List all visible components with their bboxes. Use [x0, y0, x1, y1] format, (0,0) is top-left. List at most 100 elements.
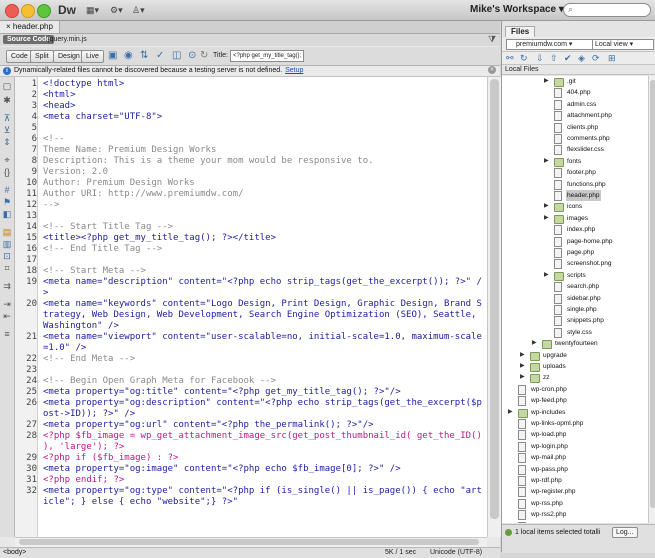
code-line[interactable]: <meta name="viewport" content="user-scal… [43, 332, 483, 354]
expand-all-icon[interactable]: ⇕ [2, 137, 12, 147]
sync-icon[interactable]: ⟳ [592, 53, 600, 64]
tree-file[interactable]: wp-login.php [502, 441, 648, 452]
tab-files[interactable]: Files [505, 26, 536, 37]
split-view-button[interactable]: Split [30, 50, 54, 63]
code-line[interactable]: <!-- Start Title Tag --> [43, 222, 483, 233]
apply-comment-icon[interactable]: ▤ [2, 227, 12, 237]
code-editor[interactable]: 1 <!doctype html> 2 <html> 3 <head> 4 <meta cha… [15, 77, 487, 537]
tree-file[interactable]: wp-cron.php [502, 384, 648, 395]
balance-braces-icon[interactable]: {} [2, 167, 12, 177]
tree-folder[interactable]: ▶ upgrade [502, 350, 648, 361]
title-input[interactable]: <?php get_my_title_tag(); ?> [230, 50, 304, 62]
tree-file[interactable]: wp-rss2.php [502, 509, 648, 521]
open-documents-icon[interactable]: ▢ [2, 81, 12, 91]
move-css-icon[interactable]: ⇉ [2, 281, 12, 291]
tree-file[interactable]: wp-mail.php [502, 452, 648, 464]
close-window-button[interactable] [5, 4, 19, 18]
tree-file[interactable]: wp-rss.php [502, 498, 648, 509]
tree-file[interactable]: screenshot.png [502, 258, 648, 270]
code-line[interactable]: <meta name="keywords" content="Logo Desi… [43, 299, 483, 332]
code-line[interactable]: <meta name="description" content="<?php … [43, 277, 483, 299]
check-browser-icon[interactable]: ⊙ [188, 50, 196, 61]
tree-file[interactable]: flexslider.css [502, 144, 648, 156]
tree-file[interactable]: 404.php [502, 87, 648, 99]
code-view-button[interactable]: Code [6, 50, 33, 63]
tree-file[interactable]: search.php [502, 281, 648, 293]
put-files-icon[interactable]: ⇧ [550, 53, 558, 64]
disclosure-triangle-icon[interactable]: ▶ [544, 201, 549, 212]
tree-file[interactable]: wp-register.php [502, 486, 648, 498]
code-line[interactable]: Version: 2.0 [43, 167, 483, 178]
scrollbar-thumb[interactable] [650, 80, 655, 508]
code-line[interactable]: Description: This is a theme your mom wo… [43, 156, 483, 167]
source-code-button[interactable]: Source Code [3, 35, 55, 44]
tree-file[interactable]: sidebar.php [502, 293, 648, 304]
code-line[interactable]: <meta property="og:type" content="<?php … [43, 486, 483, 508]
layout-menu-icon[interactable]: ▦▾ [86, 5, 99, 16]
tree-folder[interactable]: ▶ scripts [502, 270, 648, 281]
code-line[interactable]: <title><?php get_my_title_tag(); ?></tit… [43, 233, 483, 244]
code-line[interactable]: <!-- [43, 134, 483, 145]
disclosure-triangle-icon[interactable]: ▶ [520, 361, 525, 372]
tree-file[interactable]: wp-links-opml.php [502, 418, 648, 429]
collapse-selection-icon[interactable]: ⊻ [2, 125, 12, 135]
w3c-validation-icon[interactable]: ✓ [156, 50, 164, 61]
disclosure-triangle-icon[interactable]: ▶ [520, 350, 525, 361]
disclosure-triangle-icon[interactable]: ▶ [544, 270, 549, 281]
tree-folder[interactable]: ▶ .git [502, 76, 648, 87]
tree-folder[interactable]: ▶ uploads [502, 361, 648, 372]
view-select[interactable]: Local view ▾ [592, 39, 654, 50]
tree-file[interactable]: wp-pass.php [502, 464, 648, 475]
code-line[interactable]: <?php endif; ?> [43, 475, 483, 486]
file-tree-scrollbar[interactable] [648, 76, 655, 523]
tree-file[interactable]: page.php [502, 247, 648, 258]
gear-icon[interactable]: ⚙▾ [110, 5, 123, 16]
code-line[interactable]: <?php if ($fb_image) : ?> [43, 453, 483, 464]
code-line[interactable]: <?php $fb_image = wp_get_attachment_imag… [43, 431, 483, 453]
setup-link[interactable]: Setup [285, 67, 303, 74]
disclosure-triangle-icon[interactable]: ▶ [544, 213, 549, 224]
tree-file[interactable]: single.php [502, 304, 648, 315]
tree-folder[interactable]: ▶ fonts [502, 156, 648, 167]
multiscreen-icon[interactable]: ▣ [108, 50, 117, 61]
code-line[interactable]: <!-- End Meta --> [43, 354, 483, 365]
tree-file[interactable]: clients.php [502, 122, 648, 133]
connect-icon[interactable]: ⚯ [506, 53, 514, 64]
code-line[interactable]: Author URI: http://www.premiumdw.com/ [43, 189, 483, 200]
tree-folder[interactable]: ▶ icons [502, 201, 648, 213]
code-line[interactable]: <meta property="og:description" content=… [43, 398, 483, 420]
wrap-tag-icon[interactable]: ⊡ [2, 251, 12, 261]
format-source-icon[interactable]: ≡ [2, 329, 12, 339]
code-line[interactable]: <meta property="og:url" content="<?php t… [43, 420, 483, 431]
check-out-icon[interactable]: ✔ [564, 53, 572, 64]
tree-file[interactable]: wp-settings.php [502, 521, 648, 523]
code-line[interactable]: <meta property="og:image" content="<?php… [43, 464, 483, 475]
disclosure-triangle-icon[interactable]: ▶ [544, 76, 549, 87]
preview-browser-icon[interactable]: ◉ [124, 50, 133, 61]
user-menu-icon[interactable]: ♙▾ [132, 5, 145, 16]
workspace-switcher[interactable]: Mike's Workspace ▾ [470, 4, 564, 15]
remove-comment-icon[interactable]: ▥ [2, 239, 12, 249]
scrollbar-thumb[interactable] [19, 539, 479, 545]
collapse-tag-icon[interactable]: ⊼ [2, 113, 12, 123]
code-line[interactable]: <!-- Begin Open Graph Meta for Facebook … [43, 376, 483, 387]
tree-file[interactable]: index.php [502, 224, 648, 236]
live-view-button[interactable]: Live [81, 50, 104, 63]
tree-folder[interactable]: ▶ wp-includes [502, 407, 648, 418]
tree-file[interactable]: snippets.php [502, 315, 648, 327]
syntax-error-icon[interactable]: ◧ [2, 209, 12, 219]
code-line[interactable]: Author: Premium Design Works [43, 178, 483, 189]
tree-file[interactable]: wp-feed.php [502, 395, 648, 407]
tag-selector[interactable]: <body> [3, 548, 26, 558]
show-code-navigator-icon[interactable]: ✱ [2, 95, 12, 105]
check-in-icon[interactable]: ◈ [578, 53, 585, 64]
code-line[interactable]: <!-- Start Meta --> [43, 266, 483, 277]
tab-header-php[interactable]: × header.php [0, 21, 60, 33]
visual-aids-icon[interactable]: ◫ [172, 50, 181, 61]
indent-code-icon[interactable]: ⇥ [2, 299, 12, 309]
code-line[interactable]: <head> [43, 101, 483, 112]
line-numbers-icon[interactable]: # [2, 185, 12, 195]
code-horizontal-scrollbar[interactable] [15, 537, 487, 547]
code-line[interactable]: <!doctype html> [43, 79, 483, 90]
tree-file[interactable]: footer.php [502, 167, 648, 179]
